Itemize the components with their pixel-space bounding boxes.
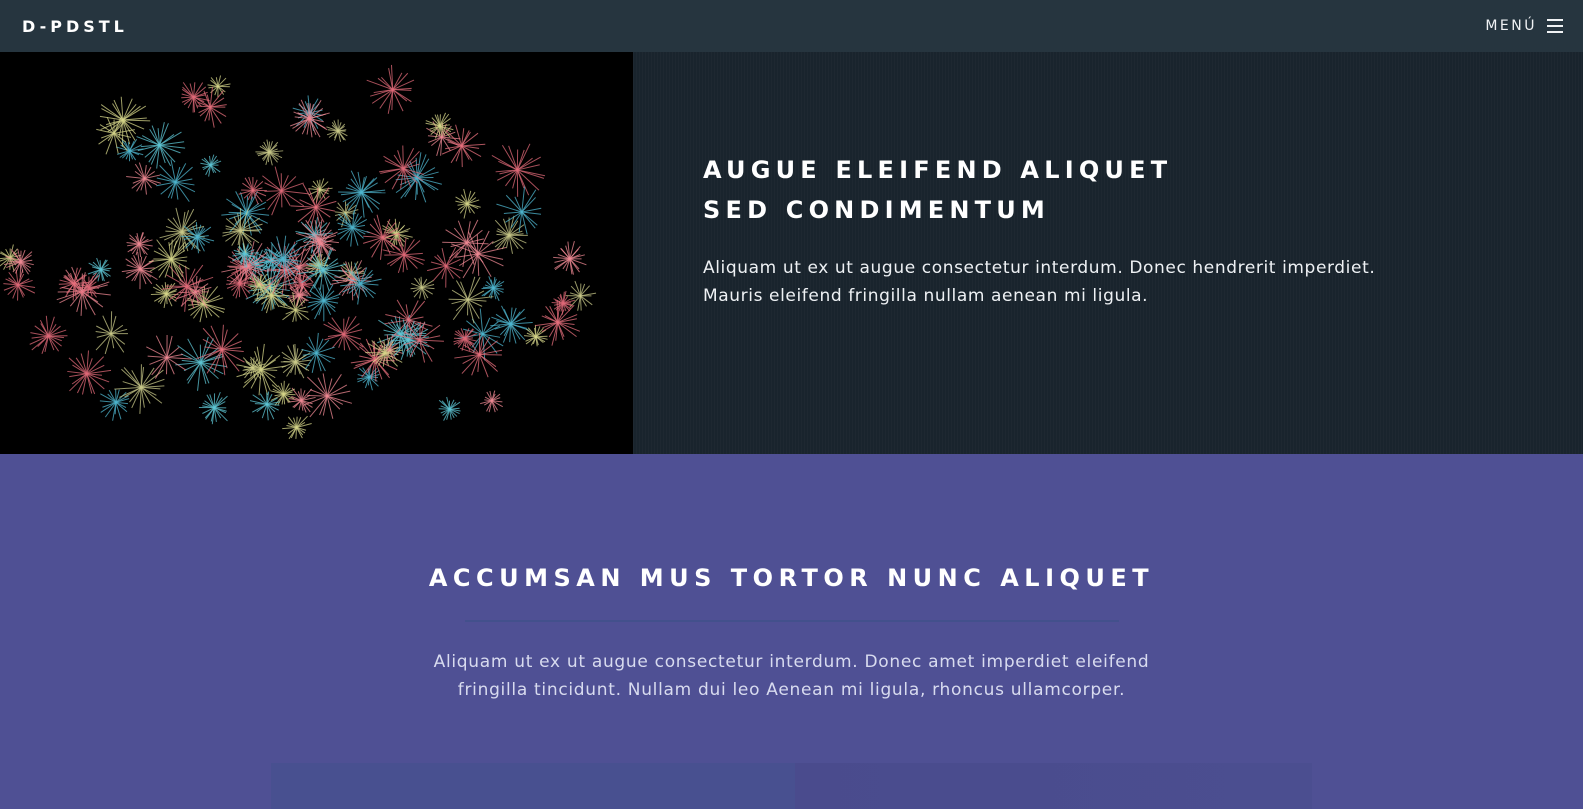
section-description: Aliquam ut ex ut augue consectetur inter… [433, 652, 1150, 700]
fireworks-illustration [0, 64, 597, 440]
firework-ray [467, 299, 475, 324]
firework-ray [175, 207, 183, 233]
hamburger-icon [1547, 19, 1563, 33]
firework-ray [445, 229, 467, 244]
site-header: D-PDSTL MENÚ [0, 0, 1583, 52]
firework-ray [166, 274, 188, 287]
card-row [271, 763, 1312, 809]
firework-ray [159, 165, 176, 183]
firework-ray [279, 305, 296, 311]
section-title: ACCUMSAN MUS TORTOR NUNC ALIQUET [428, 564, 1155, 592]
firework-ray [307, 206, 317, 224]
firework-ray [327, 321, 345, 335]
firework-ray [281, 190, 291, 206]
firework-ray [122, 104, 137, 121]
firework-ray [288, 427, 297, 440]
firework-ray [563, 302, 572, 304]
firework-ray [326, 374, 342, 397]
firework-ray [100, 259, 108, 270]
firework-ray [477, 230, 490, 255]
hero-banner: AUGUE ELEIFEND ALIQUET SED CONDIMENTUM A… [0, 52, 1583, 454]
firework-ray [81, 291, 96, 316]
firework-ray [347, 192, 362, 211]
firework-ray [180, 235, 198, 238]
menu-button[interactable]: MENÚ [1485, 18, 1563, 34]
firework-ray [338, 334, 345, 348]
firework-ray [491, 154, 518, 171]
firework-ray [461, 132, 479, 147]
firework-ray [308, 336, 317, 354]
hero-title: AUGUE ELEIFEND ALIQUET SED CONDIMENTUM [703, 150, 1263, 230]
firework-ray [580, 295, 593, 306]
feature-card [271, 763, 795, 809]
hero-title-line1: AUGUE ELEIFEND ALIQUET [703, 156, 1173, 184]
firework-bursts [0, 64, 597, 440]
firework-ray [361, 191, 380, 210]
firework-ray [58, 283, 74, 285]
firework-ray [461, 143, 486, 147]
menu-label: MENÚ [1485, 18, 1537, 34]
section-divider [464, 620, 1119, 622]
firework-ray [428, 136, 442, 143]
brand-logo[interactable]: D-PDSTL [22, 17, 128, 36]
firework-ray [579, 295, 582, 311]
firework-ray [139, 387, 142, 414]
firework-ray [159, 173, 176, 183]
firework-ray [323, 323, 344, 335]
firework-ray [136, 136, 160, 146]
firework-ray [264, 190, 282, 192]
firework-ray [392, 89, 408, 102]
firework-ray [228, 211, 247, 214]
firework-ray [267, 268, 286, 271]
firework-ray [404, 252, 423, 256]
fireworks-image [0, 52, 633, 454]
firework-ray [170, 159, 177, 183]
firework-ray [477, 253, 504, 260]
firework-ray [134, 163, 146, 179]
firework-ray [461, 354, 480, 374]
firework-ray [210, 325, 223, 350]
firework-ray [442, 241, 467, 244]
firework-ray [72, 283, 75, 301]
hero-content: AUGUE ELEIFEND ALIQUET SED CONDIMENTUM A… [633, 52, 1583, 454]
firework-ray [140, 369, 164, 388]
firework-ray [462, 253, 479, 279]
firework-ray [166, 356, 192, 360]
firework-ray [282, 426, 297, 430]
firework-ray [453, 227, 467, 244]
firework-ray [365, 352, 385, 354]
firework-ray [209, 106, 227, 117]
firework-ray [419, 339, 444, 342]
firework-ray [337, 202, 347, 214]
firework-ray [463, 344, 480, 355]
firework-ray [140, 386, 163, 404]
firework-ray [295, 309, 303, 320]
firework-ray [332, 279, 353, 282]
firework-ray [307, 395, 328, 397]
firework-ray [360, 283, 379, 286]
firework-ray [181, 96, 194, 99]
firework-ray [535, 335, 548, 338]
firework-ray [461, 145, 463, 168]
features-section: ACCUMSAN MUS TORTOR NUNC ALIQUET Aliquam… [0, 454, 1583, 809]
firework-ray [48, 329, 67, 337]
firework-ray [244, 177, 254, 191]
firework-ray [294, 343, 297, 362]
hero-description: Aliquam ut ex ut augue consectetur inter… [703, 258, 1376, 306]
firework-ray [457, 220, 468, 244]
firework-ray [175, 163, 187, 183]
firework-ray [534, 324, 537, 337]
feature-card [795, 763, 1312, 809]
firework-ray [464, 337, 473, 340]
firework-ray [402, 145, 404, 169]
hero-title-line2: SED CONDIMENTUM [703, 196, 1051, 224]
